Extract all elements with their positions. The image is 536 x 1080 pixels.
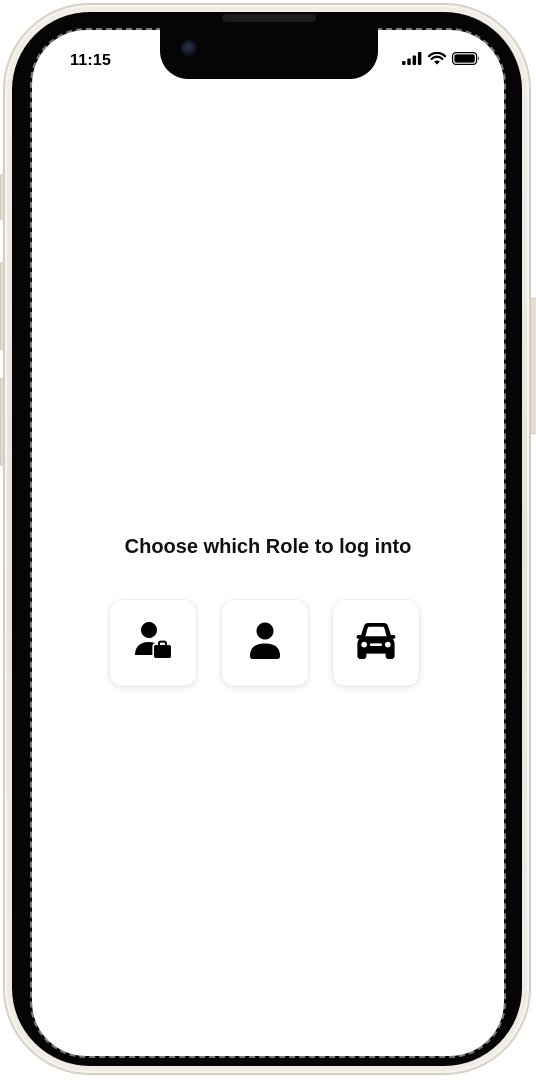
- wifi-icon: [427, 51, 447, 70]
- power-button: [530, 298, 536, 434]
- business-person-icon: [133, 621, 173, 666]
- role-option-business[interactable]: [110, 600, 196, 686]
- front-camera: [181, 40, 197, 56]
- device-mockup: 11:15 Choose which Role to log into: [0, 0, 536, 1080]
- battery-icon: [452, 52, 480, 70]
- status-time: 11:15: [70, 52, 112, 69]
- car-icon: [356, 622, 396, 665]
- person-icon: [248, 622, 282, 665]
- role-option-person[interactable]: [222, 600, 308, 686]
- status-icons: [402, 51, 480, 70]
- signal-icon: [402, 52, 422, 70]
- role-option-driver[interactable]: [333, 600, 419, 686]
- speaker-grille: [222, 14, 316, 22]
- page-title: Choose which Role to log into: [124, 536, 412, 558]
